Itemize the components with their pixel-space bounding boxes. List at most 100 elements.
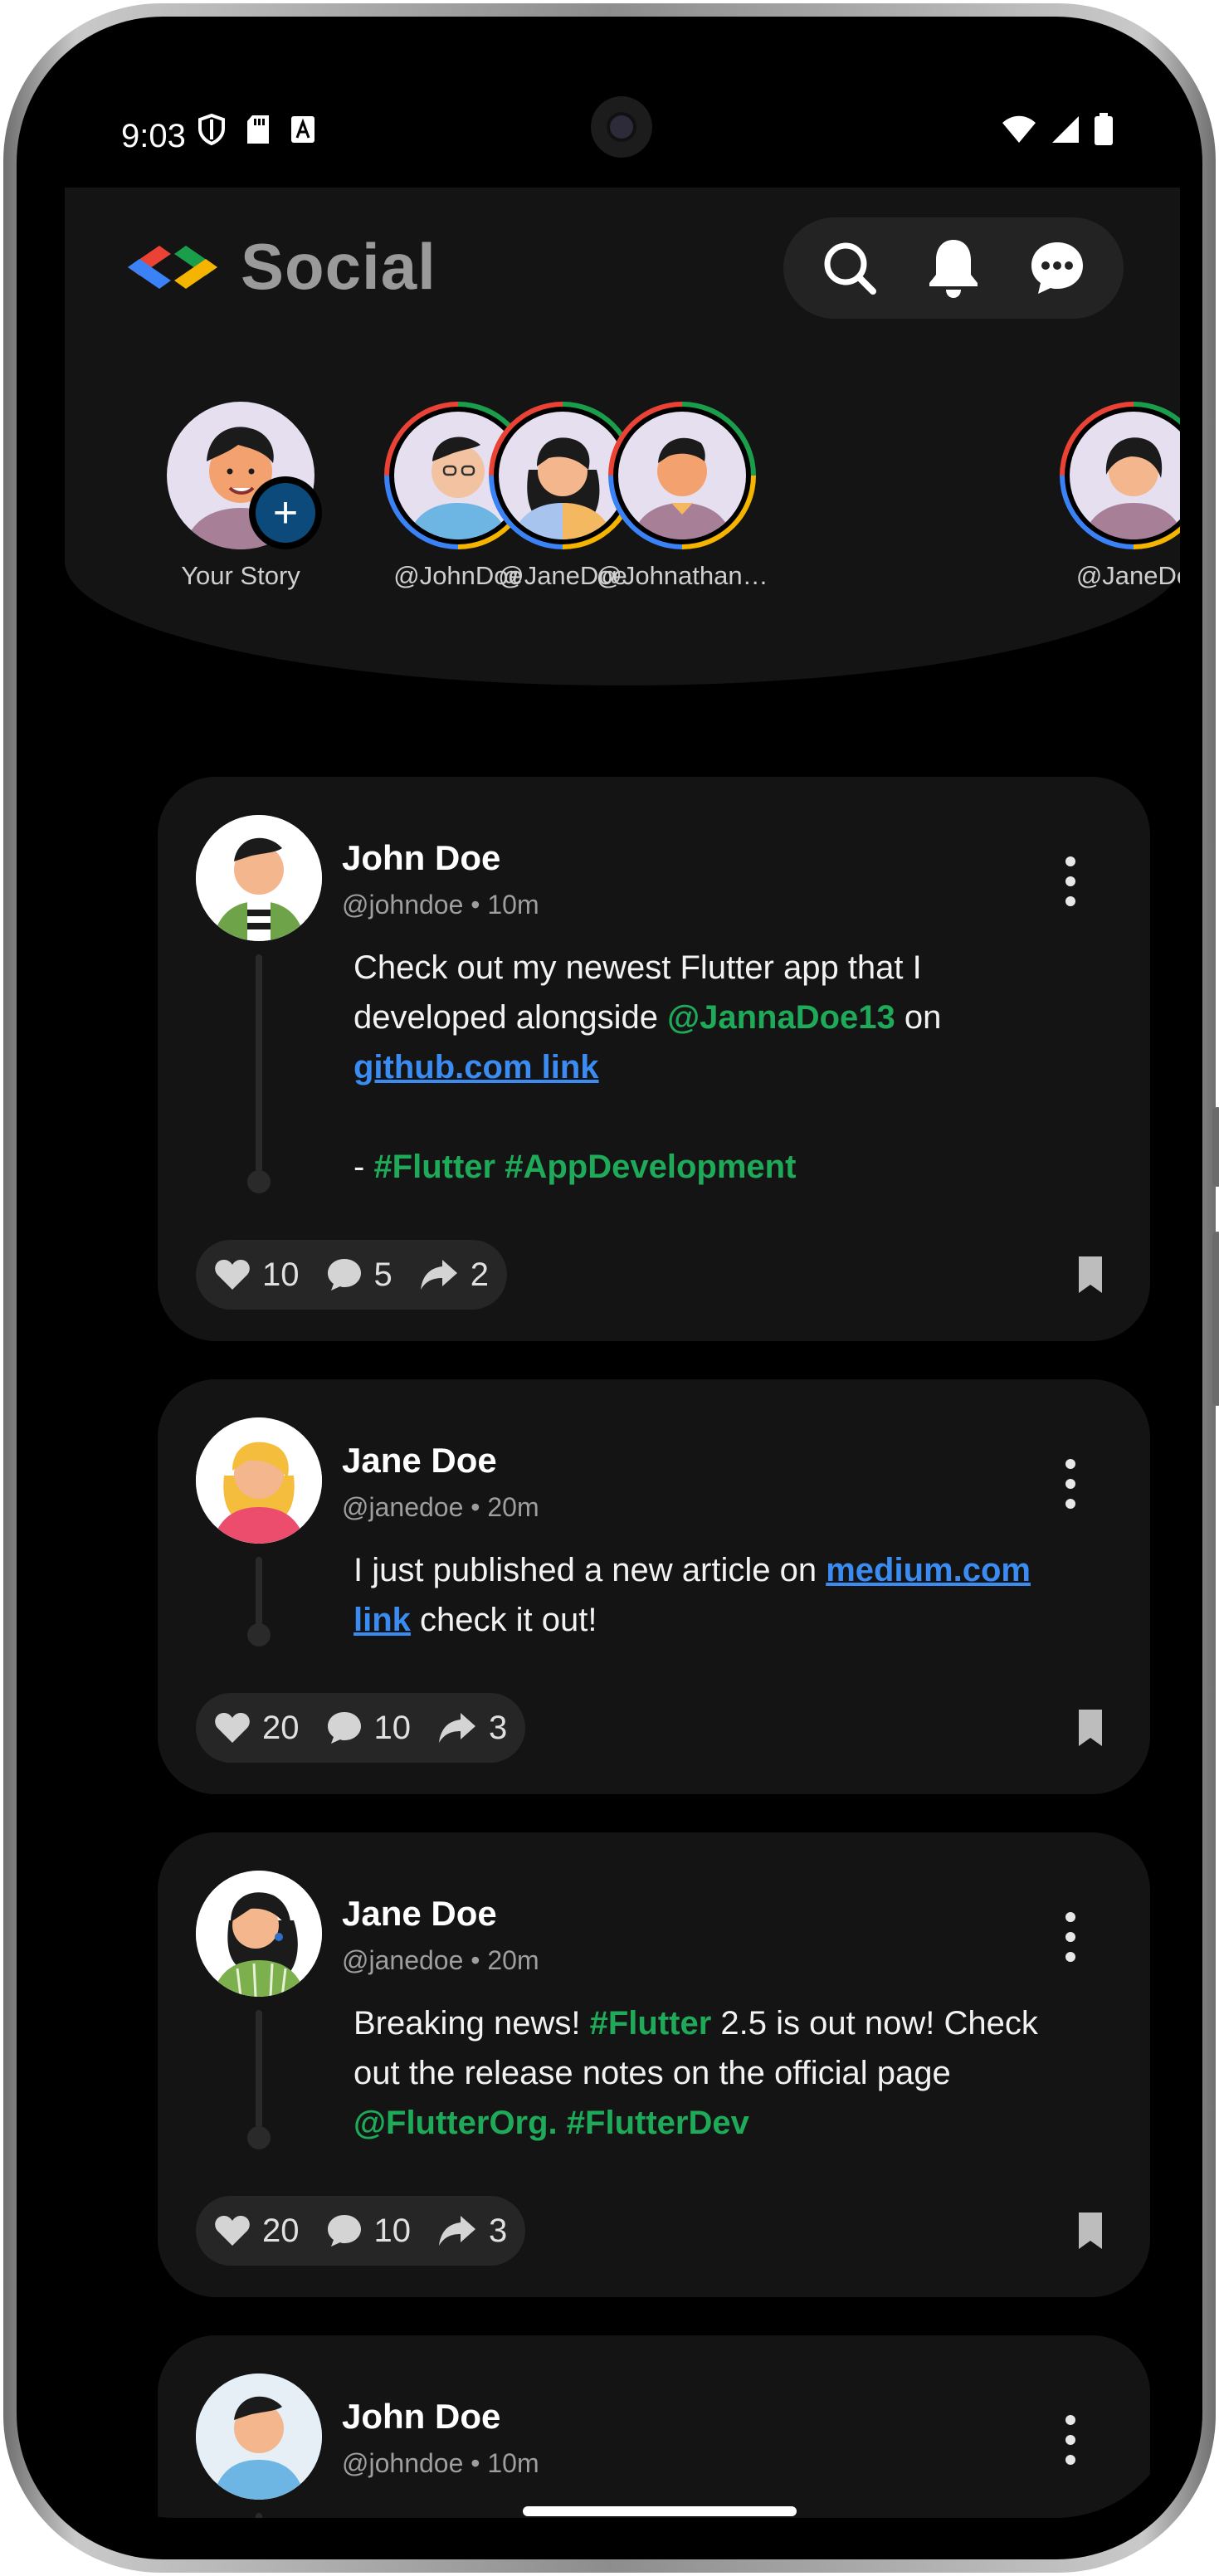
dot <box>1065 856 1075 866</box>
power-button <box>1212 1232 1219 1406</box>
hashtag-link[interactable]: @FlutterOrg. #FlutterDev <box>354 2105 749 2141</box>
volume-button <box>1212 1107 1219 1187</box>
meta-separator: • <box>471 1945 480 1975</box>
share-icon <box>439 2216 475 2246</box>
post-text-line: github.com link <box>354 1042 1117 1092</box>
post-card: Jane Doe @janedoe • 20m I just published… <box>158 1379 1150 1794</box>
story-label: @JaneDo <box>1075 561 1180 590</box>
author-name[interactable]: Jane Doe <box>342 1441 497 1481</box>
more-options-button[interactable] <box>1054 1912 1087 1962</box>
more-options-button[interactable] <box>1054 2415 1087 2465</box>
more-options-button[interactable] <box>1054 856 1087 906</box>
author-name[interactable]: Jane Doe <box>342 1894 497 1934</box>
heart-icon <box>215 2216 250 2246</box>
story-label: Your Story <box>181 561 300 590</box>
author-meta: @johndoe • 10m <box>342 890 539 920</box>
bookmark-icon[interactable] <box>1074 2211 1107 2252</box>
app-logo: Social <box>121 229 436 305</box>
post-card: John Doe @johndoe • 10m <box>158 2335 1150 2518</box>
post-card: Jane Doe @janedoe • 20m Breaking news! #… <box>158 1832 1150 2297</box>
comment-count: 10 <box>373 2212 412 2249</box>
post-stats: 20 10 3 <box>196 2196 526 2266</box>
post-time: 10m <box>487 2448 539 2478</box>
status-icons-left <box>197 113 315 146</box>
author-meta: @janedoe • 20m <box>342 1945 539 1976</box>
story-janedoe-2[interactable]: @JaneDo <box>1042 402 1180 591</box>
share-button[interactable]: 2 <box>419 1256 489 1294</box>
share-icon <box>420 1260 457 1290</box>
avatar-illustration <box>196 1417 322 1544</box>
comment-icon <box>327 1259 361 1290</box>
url-link[interactable]: link <box>354 1602 411 1638</box>
search-button[interactable] <box>812 231 887 305</box>
author-meta: @johndoe • 10m <box>342 2448 539 2479</box>
post-time: 20m <box>487 1945 539 1975</box>
url-link[interactable]: medium.com <box>826 1552 1031 1588</box>
like-button[interactable]: 20 <box>214 2213 300 2250</box>
battery-icon <box>1095 113 1113 145</box>
bookmark-icon[interactable] <box>1074 1708 1107 1749</box>
post-text: I just published a new article on <box>354 1552 826 1588</box>
author-handle[interactable]: @janedoe <box>342 1492 463 1522</box>
messages-button[interactable] <box>1020 231 1095 305</box>
hashtag-link[interactable]: #Flutter <box>590 2005 712 2042</box>
share-button[interactable]: 3 <box>437 2213 507 2250</box>
thread-line <box>256 2010 262 2128</box>
post-text-line: @FlutterOrg. #FlutterDev <box>354 2098 1117 2148</box>
logo-icon <box>128 245 217 289</box>
app-title: Social <box>241 230 436 303</box>
bookmark-icon[interactable] <box>1074 1255 1107 1296</box>
post-text: check it out! <box>410 1602 597 1638</box>
story-your-story[interactable]: + Your Story <box>149 402 332 591</box>
author-name[interactable]: John Doe <box>342 2397 500 2437</box>
avatar[interactable] <box>196 815 322 941</box>
author-name[interactable]: John Doe <box>342 838 500 878</box>
author-handle[interactable]: @janedoe <box>342 1945 463 1975</box>
comment-button[interactable]: 10 <box>326 1709 412 1747</box>
share-count: 3 <box>489 2212 508 2249</box>
phone-bezel: 9:03 Social + Your Story @JohnDoe @JaneD… <box>17 17 1202 2559</box>
post-time: 20m <box>487 1492 539 1522</box>
share-button[interactable]: 3 <box>437 1710 507 1747</box>
shield-icon <box>198 113 225 146</box>
wifi-icon <box>1002 115 1036 143</box>
post-text-line: out the release notes on the official pa… <box>354 2055 951 2091</box>
post-text-line: Check out my newest Flutter app that I <box>354 949 922 986</box>
status-bar: 9:03 <box>50 45 1180 188</box>
mention-link[interactable]: @JannaDoe13 <box>667 999 895 1036</box>
comment-button[interactable]: 10 <box>326 2212 412 2250</box>
dot <box>1065 2435 1075 2445</box>
search-icon <box>824 242 877 295</box>
status-icons-right <box>1001 113 1114 146</box>
avatar[interactable] <box>196 1871 322 1997</box>
thread-line <box>256 954 262 1172</box>
dot <box>1065 1499 1075 1509</box>
post-stats: 10 5 2 <box>196 1240 507 1310</box>
dot <box>1065 1952 1075 1962</box>
story-johnathan[interactable]: @Johnathan… <box>591 402 773 591</box>
hashtag-link[interactable]: #Flutter #AppDevelopment <box>373 1149 796 1185</box>
author-handle[interactable]: @johndoe <box>342 890 463 920</box>
author-handle[interactable]: @johndoe <box>342 2448 463 2478</box>
like-button[interactable]: 20 <box>214 1710 300 1747</box>
url-link[interactable]: github.com link <box>354 1049 599 1086</box>
avatar[interactable] <box>196 2374 322 2500</box>
share-icon <box>439 1713 475 1743</box>
dot <box>1065 1912 1075 1922</box>
notifications-button[interactable] <box>916 231 991 305</box>
post-text-line: - #Flutter #AppDevelopment <box>354 1142 1117 1192</box>
home-indicator[interactable] <box>523 2506 797 2516</box>
thread-line <box>256 2513 262 2518</box>
heart-icon <box>215 1260 250 1290</box>
avatar[interactable] <box>196 1417 322 1544</box>
font-icon <box>291 116 315 143</box>
comment-button[interactable]: 5 <box>326 1256 393 1294</box>
like-button[interactable]: 10 <box>214 1256 300 1294</box>
dot <box>1065 1459 1075 1469</box>
comment-icon <box>327 2215 361 2247</box>
meta-separator: • <box>471 890 480 920</box>
more-options-button[interactable] <box>1054 1459 1087 1509</box>
comment-count: 10 <box>373 1709 412 1746</box>
add-story-button[interactable]: + <box>249 476 322 549</box>
meta-separator: • <box>471 1492 480 1522</box>
